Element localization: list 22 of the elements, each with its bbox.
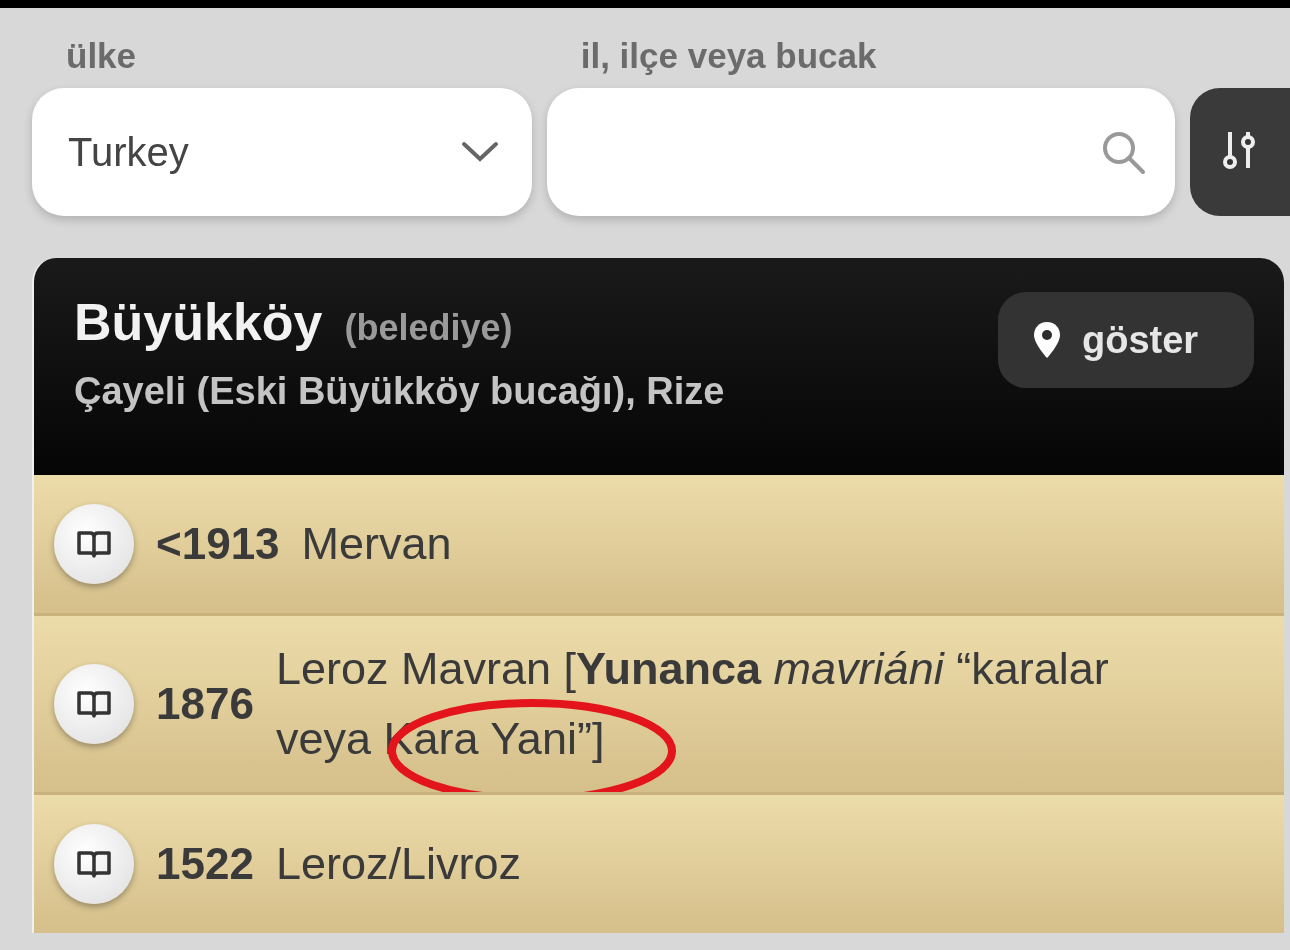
place-type: (belediye) [344, 307, 513, 349]
book-icon [76, 529, 112, 559]
country-dropdown[interactable]: Turkey [32, 88, 532, 216]
place-name: Büyükköy [74, 292, 323, 352]
place-location: Çayeli (Eski Büyükköy bucağı), Rize [74, 370, 725, 413]
source-button[interactable] [54, 824, 134, 904]
map-pin-icon [1032, 320, 1062, 360]
year: 1522 [156, 839, 254, 889]
field-label: ülke [66, 36, 138, 76]
filter-button[interactable] [1190, 88, 1290, 216]
source-button[interactable] [54, 504, 134, 584]
year: <1913 [156, 519, 280, 569]
place-name-entry: Leroz/Livroz [275, 837, 521, 891]
book-icon [76, 689, 112, 719]
place-name-entry: Mervan [301, 517, 452, 571]
chevron-down-icon [459, 140, 500, 164]
source-button[interactable] [54, 664, 134, 744]
book-icon [76, 849, 112, 879]
show-on-map-button[interactable]: göster [998, 292, 1254, 388]
year: 1876 [156, 679, 254, 729]
field-label: il, ilçe veya bucak [580, 36, 878, 76]
location-search-field[interactable] [546, 88, 1175, 216]
